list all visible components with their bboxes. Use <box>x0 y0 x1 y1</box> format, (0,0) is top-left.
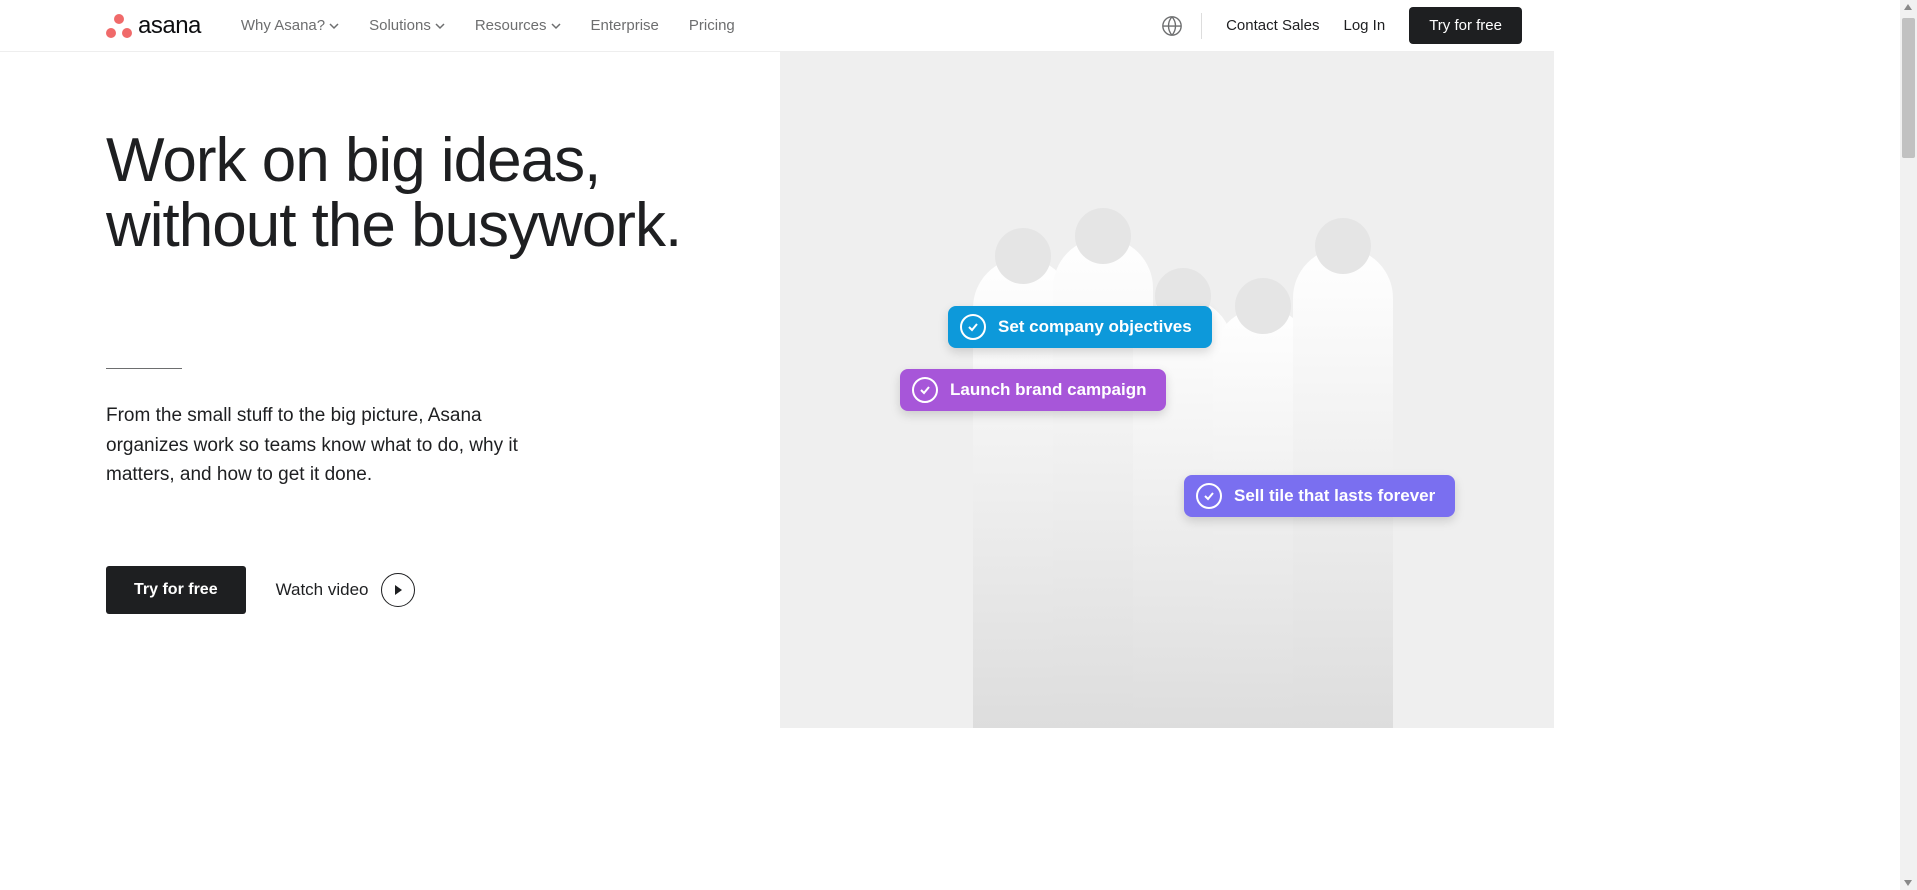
nav-resources[interactable]: Resources <box>475 17 561 34</box>
nav-solutions[interactable]: Solutions <box>369 17 445 34</box>
check-icon <box>1196 483 1222 509</box>
hero-left: Work on big ideas, without the busywork.… <box>0 52 780 728</box>
watch-video-button[interactable]: Watch video <box>276 573 415 607</box>
task-pill-objectives: Set company objectives <box>948 306 1212 348</box>
nav-why-asana[interactable]: Why Asana? <box>241 17 339 34</box>
watch-video-label: Watch video <box>276 580 369 600</box>
hero-try-free-button[interactable]: Try for free <box>106 566 246 614</box>
nav-right: Contact Sales Log In Try for free <box>1161 7 1522 44</box>
play-icon <box>381 573 415 607</box>
nav-item-label: Why Asana? <box>241 17 325 34</box>
check-icon <box>912 377 938 403</box>
hero-title-line2: without the busywork. <box>106 191 681 260</box>
chevron-down-icon <box>551 21 561 31</box>
task-pill-tile: Sell tile that lasts forever <box>1184 475 1455 517</box>
login-link[interactable]: Log In <box>1343 17 1385 34</box>
logo-icon <box>106 14 132 38</box>
scroll-up-icon[interactable] <box>1904 4 1912 10</box>
hero-title-line1: Work on big ideas, <box>106 126 600 195</box>
nav-try-free-button[interactable]: Try for free <box>1409 7 1522 44</box>
scroll-thumb[interactable] <box>1902 18 1915 158</box>
task-pill-campaign: Launch brand campaign <box>900 369 1166 411</box>
chevron-down-icon <box>435 21 445 31</box>
logo-text: asana <box>138 12 201 40</box>
logo[interactable]: asana <box>106 12 201 40</box>
task-pill-label: Set company objectives <box>998 317 1192 337</box>
check-icon <box>960 314 986 340</box>
task-pill-label: Sell tile that lasts forever <box>1234 486 1435 506</box>
top-nav: asana Why Asana? Solutions Resources <box>0 0 1554 52</box>
hero-cta-row: Try for free Watch video <box>106 566 720 614</box>
hero-image: Set company objectives Launch brand camp… <box>780 52 1554 728</box>
scroll-down-icon[interactable] <box>1904 880 1912 886</box>
language-selector[interactable] <box>1161 13 1202 39</box>
hero-subtitle: From the small stuff to the big picture,… <box>106 401 536 489</box>
hero-section: Work on big ideas, without the busywork.… <box>0 52 1554 728</box>
divider <box>106 368 182 369</box>
hero-title: Work on big ideas, without the busywork. <box>106 128 720 258</box>
scrollbar[interactable] <box>1900 0 1917 890</box>
nav-links: Why Asana? Solutions Resources Enterpris… <box>241 17 735 34</box>
globe-icon <box>1161 15 1183 37</box>
nav-enterprise[interactable]: Enterprise <box>591 17 659 34</box>
nav-item-label: Pricing <box>689 17 735 34</box>
nav-item-label: Resources <box>475 17 547 34</box>
chevron-down-icon <box>329 21 339 31</box>
contact-sales-link[interactable]: Contact Sales <box>1226 17 1319 34</box>
task-pill-label: Launch brand campaign <box>950 380 1146 400</box>
nav-item-label: Enterprise <box>591 17 659 34</box>
nav-pricing[interactable]: Pricing <box>689 17 735 34</box>
nav-item-label: Solutions <box>369 17 431 34</box>
